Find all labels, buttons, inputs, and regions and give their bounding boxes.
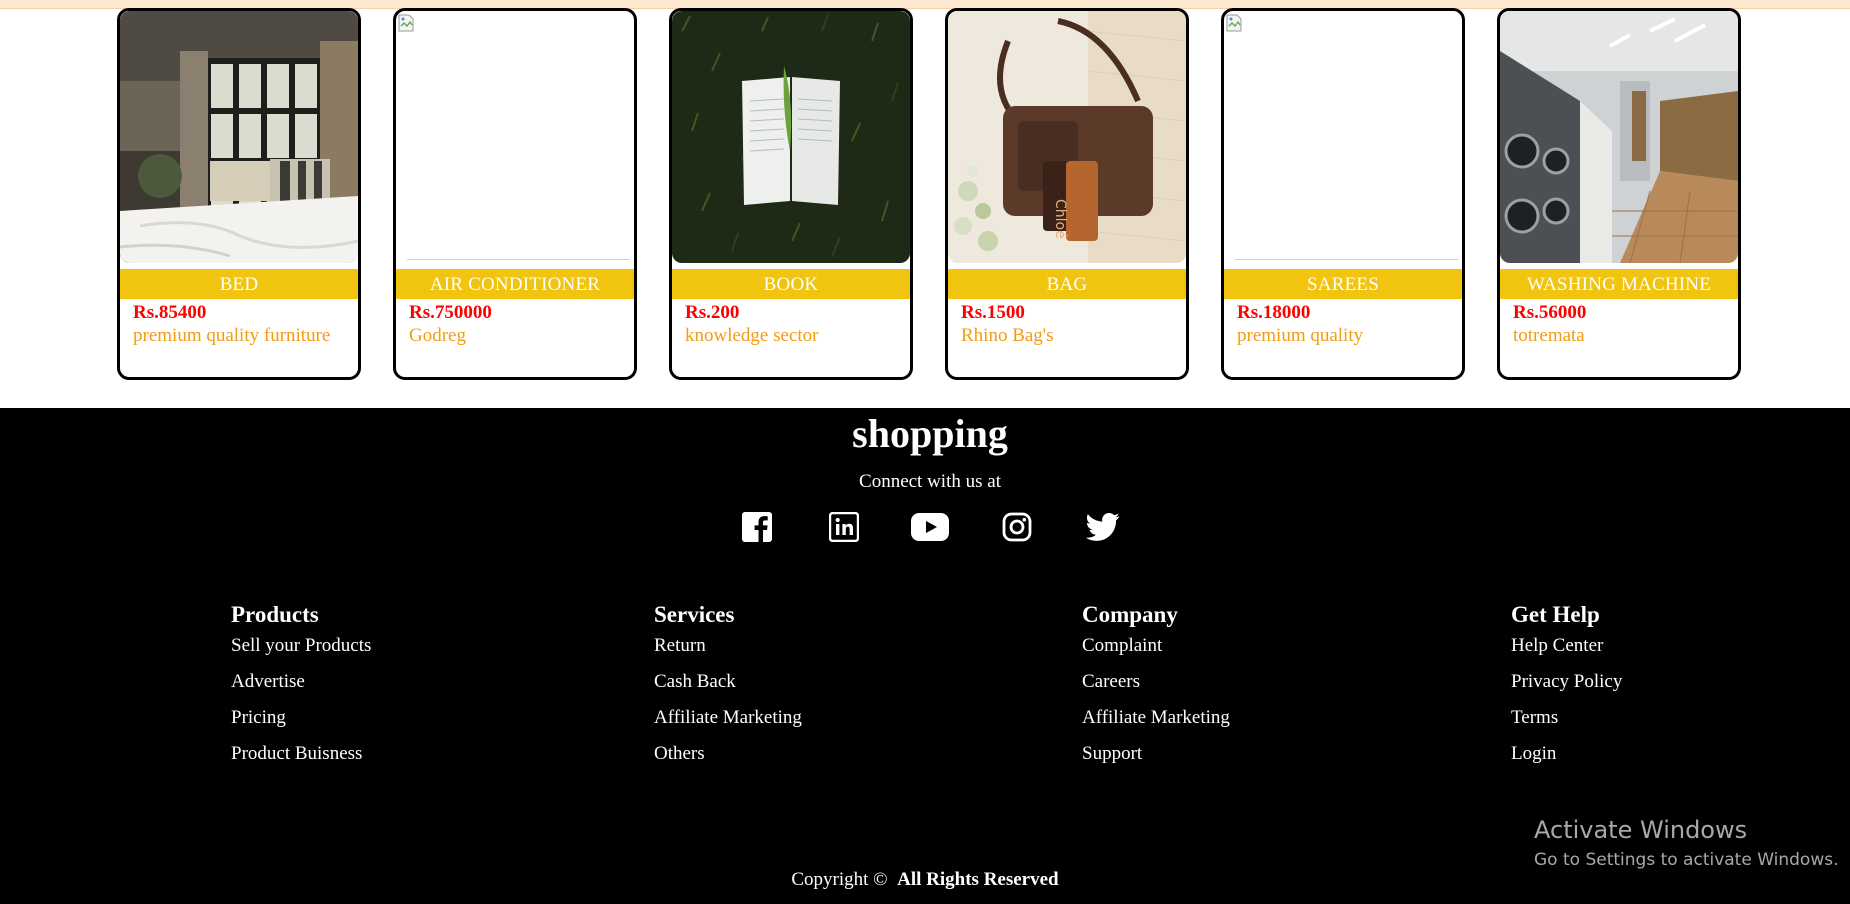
product-card-washing-machine[interactable]: WASHING MACHINE Rs.56000 totremata [1497, 8, 1741, 380]
broken-image-icon [398, 14, 414, 32]
facebook-icon[interactable] [738, 510, 776, 544]
footer-brand: shopping [852, 411, 1008, 456]
product-description: knowledge sector [685, 325, 819, 346]
product-name: WASHING MACHINE [1500, 269, 1738, 299]
product-card-air-conditioner[interactable]: AIR CONDITIONER Rs.750000 Godreg [393, 8, 637, 380]
product-description: Godreg [409, 325, 466, 346]
footer-link[interactable]: Privacy Policy [1511, 671, 1622, 692]
product-description: premium quality [1237, 325, 1364, 346]
bedroom-photo [120, 11, 358, 263]
product-name: AIR CONDITIONER [396, 269, 634, 299]
product-card-sarees[interactable]: SAREES Rs.18000 premium quality [1221, 8, 1465, 380]
connect-text: Connect with us at [859, 471, 1001, 492]
product-price: Rs.56000 [1513, 302, 1587, 323]
column-title: Services [654, 602, 735, 627]
broken-image-icon [1226, 14, 1242, 32]
product-grid: BED Rs.85400 premium quality furniture A… [117, 8, 1741, 382]
youtube-icon[interactable] [911, 510, 949, 544]
book-photo [672, 11, 910, 263]
linkedin-icon[interactable] [825, 510, 863, 544]
product-price: Rs.750000 [409, 302, 492, 323]
watermark-title: Activate Windows [1534, 816, 1748, 844]
twitter-icon[interactable] [1084, 510, 1122, 544]
product-name: BED [120, 269, 358, 299]
laundromat-photo [1500, 11, 1738, 263]
footer-link[interactable]: Complaint [1082, 635, 1162, 656]
footer-link[interactable]: Help Center [1511, 635, 1603, 656]
broken-image [1224, 11, 1462, 263]
broken-image [396, 11, 634, 263]
product-description: Rhino Bag's [961, 325, 1054, 346]
product-card-book[interactable]: BOOK Rs.200 knowledge sector [669, 8, 913, 380]
copyright-text: Copyright © [791, 869, 888, 890]
product-card-bag[interactable]: Chloé BAG Rs.1500 Rhino Bag's [945, 8, 1189, 380]
product-name: BOOK [672, 269, 910, 299]
footer-column-get-help: Get Help Help Center Privacy Policy Term… [1511, 600, 1622, 778]
column-title: Company [1082, 602, 1178, 627]
column-title: Get Help [1511, 602, 1600, 627]
footer-link[interactable]: Affiliate Marketing [1082, 707, 1230, 728]
product-card-bed[interactable]: BED Rs.85400 premium quality furniture [117, 8, 361, 380]
product-description: premium quality furniture [133, 325, 331, 346]
watermark-subtitle: Go to Settings to activate Windows. [1534, 850, 1839, 870]
footer-link[interactable]: Cash Back [654, 671, 736, 692]
product-price: Rs.200 [685, 302, 740, 323]
product-description: totremata [1513, 325, 1585, 346]
footer-link[interactable]: Login [1511, 743, 1556, 764]
footer-link[interactable]: Others [654, 743, 705, 764]
social-links [738, 510, 1122, 544]
column-title: Products [231, 602, 319, 627]
footer-link[interactable]: Pricing [231, 707, 286, 728]
product-price: Rs.1500 [961, 302, 1025, 323]
footer-column-products: Products Sell your Products Advertise Pr… [231, 600, 371, 778]
handbag-photo: Chloé [948, 11, 1186, 263]
footer-link[interactable]: Return [654, 635, 706, 656]
footer-link[interactable]: Careers [1082, 671, 1140, 692]
footer-link[interactable]: Affiliate Marketing [654, 707, 802, 728]
footer-link[interactable]: Terms [1511, 707, 1558, 728]
footer-link[interactable]: Sell your Products [231, 635, 371, 656]
footer-column-services: Services Return Cash Back Affiliate Mark… [654, 600, 802, 778]
instagram-icon[interactable] [998, 510, 1036, 544]
product-name: BAG [948, 269, 1186, 299]
footer-columns: Products Sell your Products Advertise Pr… [0, 600, 1850, 800]
svg-text:Chloé: Chloé [1052, 199, 1068, 239]
footer-link[interactable]: Product Buisness [231, 743, 362, 764]
footer-link[interactable]: Support [1082, 743, 1142, 764]
footer-column-company: Company Complaint Careers Affiliate Mark… [1082, 600, 1230, 778]
product-name: SAREES [1224, 269, 1462, 299]
windows-activation-watermark: Activate Windows Go to Settings to activ… [1534, 815, 1839, 872]
product-price: Rs.18000 [1237, 302, 1311, 323]
rights-text: All Rights Reserved [897, 869, 1059, 890]
footer-link[interactable]: Advertise [231, 671, 305, 692]
product-price: Rs.85400 [133, 302, 207, 323]
